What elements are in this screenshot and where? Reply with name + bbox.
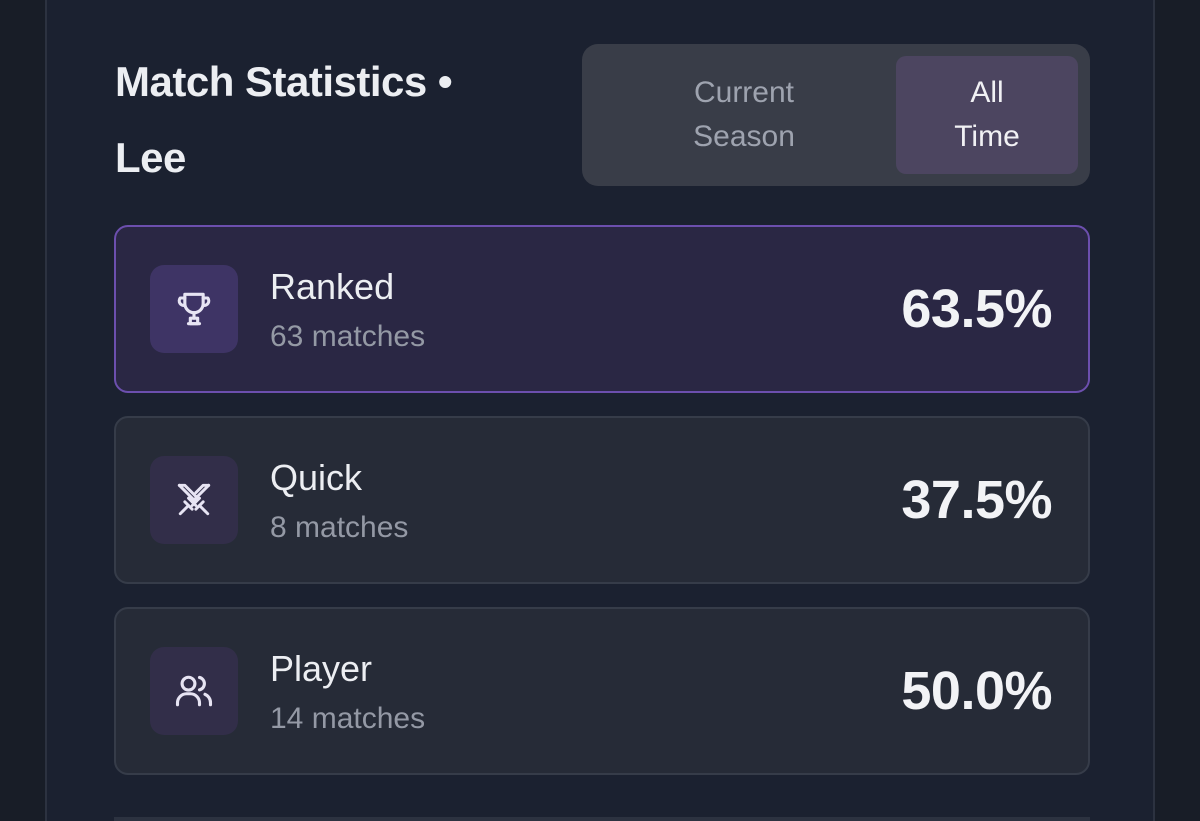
all-time-button[interactable]: All Time xyxy=(896,56,1078,174)
mode-name: Quick xyxy=(270,457,363,498)
match-statistics-panel: Match Statistics • Lee Current Season Al… xyxy=(45,0,1155,821)
crossed-swords-icon xyxy=(150,456,238,544)
mode-card-player[interactable]: Player 14 matches 50.0% xyxy=(114,607,1090,775)
mode-card-ranked[interactable]: Ranked 63 matches 63.5% xyxy=(114,225,1090,393)
match-count: 14 matches xyxy=(270,702,426,735)
win-rate: 63.5% xyxy=(901,279,1052,339)
mode-card-quick[interactable]: Quick 8 matches 37.5% xyxy=(114,416,1090,584)
all-time-label-2: Time xyxy=(954,120,1020,153)
title-line-2: Lee xyxy=(115,134,186,181)
match-count: 63 matches xyxy=(270,320,426,353)
current-season-label-1: Current xyxy=(693,76,795,109)
win-rate: 37.5% xyxy=(901,470,1052,530)
win-rate: 50.0% xyxy=(901,661,1052,721)
users-icon xyxy=(150,647,238,735)
page-title: Match Statistics • Lee xyxy=(115,44,555,196)
period-toggle: Current Season All Time xyxy=(582,44,1090,186)
title-line-1: Match Statistics • xyxy=(115,58,453,105)
match-count: 8 matches xyxy=(270,511,409,544)
section-divider xyxy=(114,817,1090,821)
current-season-button[interactable]: Current Season xyxy=(594,56,894,174)
all-time-label-1: All xyxy=(970,76,1004,109)
mode-name: Ranked xyxy=(270,266,395,307)
trophy-icon xyxy=(150,265,238,353)
current-season-label-2: Season xyxy=(693,120,795,153)
mode-name: Player xyxy=(270,648,373,689)
